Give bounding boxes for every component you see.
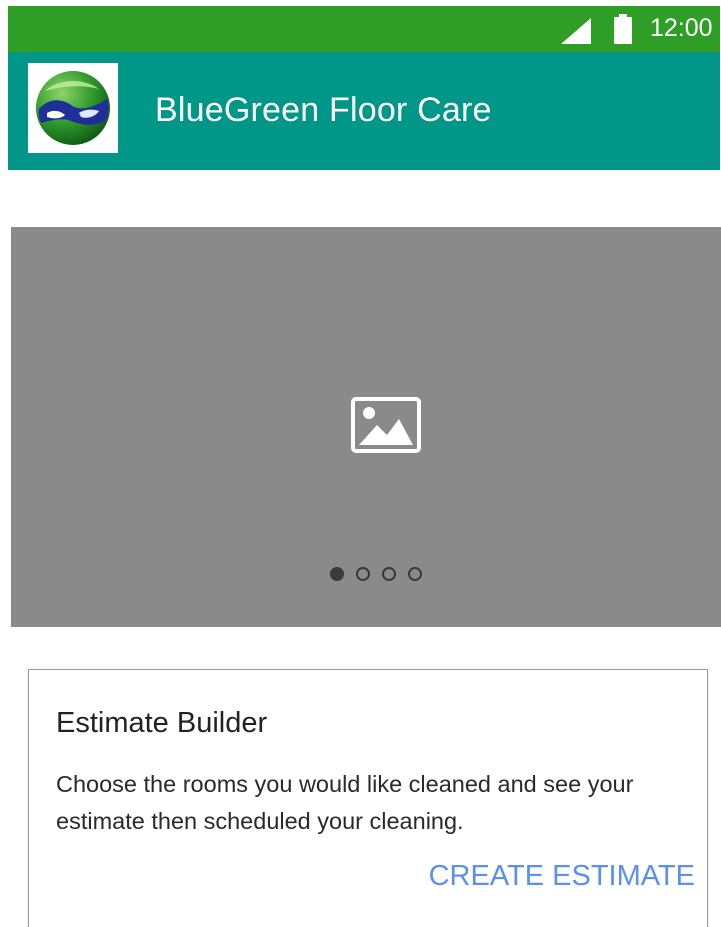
app-title: BlueGreen Floor Care (155, 91, 492, 129)
image-carousel[interactable] (11, 227, 721, 627)
battery-icon (614, 14, 632, 44)
status-bar: 12:00 (8, 6, 720, 52)
status-time: 12:00 (650, 14, 713, 42)
cell-signal-icon (561, 18, 591, 44)
create-estimate-button[interactable]: CREATE ESTIMATE (429, 858, 695, 894)
image-placeholder-icon (351, 397, 421, 453)
card-description: Choose the rooms you would like cleaned … (56, 771, 634, 834)
carousel-dot-2[interactable] (356, 567, 370, 581)
carousel-pager (330, 564, 422, 584)
globe-logo-icon (36, 71, 110, 145)
card-title: Estimate Builder (56, 707, 268, 739)
carousel-dot-3[interactable] (382, 567, 396, 581)
carousel-dot-1[interactable] (330, 567, 344, 581)
app-logo (28, 63, 118, 153)
estimate-builder-card: Estimate Builder Choose the rooms you wo… (28, 669, 708, 927)
carousel-dot-4[interactable] (408, 567, 422, 581)
app-bar: BlueGreen Floor Care (8, 52, 720, 170)
